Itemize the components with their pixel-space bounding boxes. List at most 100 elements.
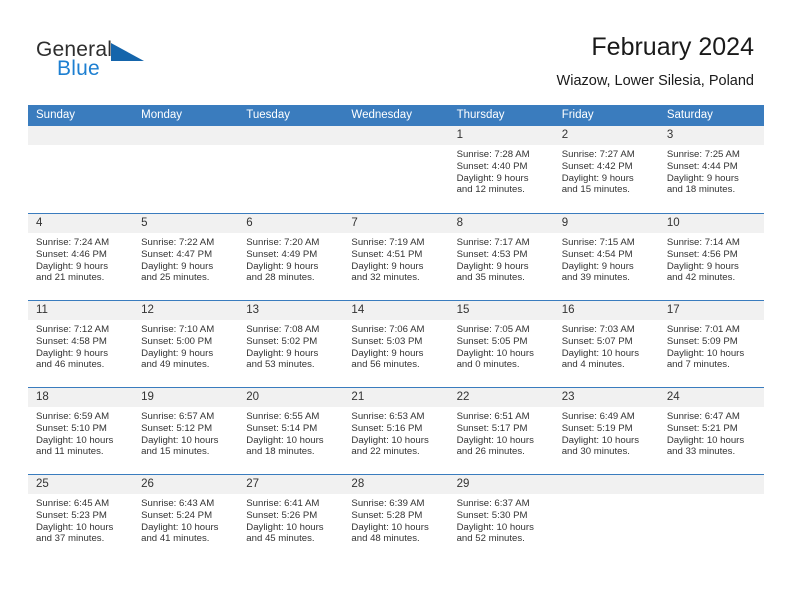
brand-logo[interactable]: General Blue <box>36 38 216 88</box>
day-cell[interactable]: 11 Sunrise: 7:12 AM Sunset: 4:58 PM Dayligh… <box>28 301 134 387</box>
day-cell[interactable]: 6 Sunrise: 7:20 AM Sunset: 4:49 PM Daylight… <box>238 214 344 300</box>
sunset-text: Sunset: 4:49 PM <box>246 248 318 260</box>
daylight-text-line1: Daylight: 9 hours <box>351 347 424 359</box>
day-cell[interactable]: 14 Sunrise: 7:06 AM Sunset: 5:03 PM Dayligh… <box>343 301 449 387</box>
sunset-text: Sunset: 5:02 PM <box>246 335 318 347</box>
day-cell[interactable]: 9 Sunrise: 7:15 AM Sunset: 4:54 PM Daylight… <box>553 214 659 300</box>
day-cell[interactable]: 29 Sunrise: 6:37 AM Sunset: 5:30 PM Dayligh… <box>448 475 554 561</box>
calendar-week-row: 18 Sunrise: 6:59 AM Sunset: 5:10 PM Dayligh… <box>28 387 764 474</box>
day-cell[interactable]: 27 Sunrise: 6:41 AM Sunset: 5:26 PM Dayligh… <box>238 475 344 561</box>
day-cell[interactable]: 26 Sunrise: 6:43 AM Sunset: 5:24 PM Dayligh… <box>133 475 239 561</box>
daylight-text-line2: and 45 minutes. <box>246 533 315 545</box>
sunrise-text: Sunrise: 7:12 AM <box>36 324 110 335</box>
day-number-band: 27 <box>238 475 344 494</box>
sunrise-text: Sunrise: 7:01 AM <box>666 324 740 335</box>
sunrise-text: Sunrise: 6:53 AM <box>351 411 425 422</box>
sunrise-text: Sunrise: 6:43 AM <box>141 498 215 509</box>
sunrise-text: Sunrise: 7:20 AM <box>246 237 320 248</box>
day-number-band <box>658 475 764 494</box>
day-number: 11 <box>36 304 48 316</box>
day-sun-info: Sunrise: 7:20 AM Sunset: 4:49 PM Daylight:… <box>238 233 343 284</box>
day-number: 14 <box>351 304 365 316</box>
sunset-text: Sunset: 4:40 PM <box>456 160 528 172</box>
day-cell[interactable]: 3 Sunrise: 7:25 AM Sunset: 4:44 PM Daylight… <box>658 126 764 213</box>
daylight-text-line1: Daylight: 9 hours <box>141 347 214 359</box>
day-sun-info: Sunrise: 7:22 AM Sunset: 4:47 PM Daylight:… <box>133 233 238 284</box>
daylight-text-line2: and 30 minutes. <box>561 446 630 458</box>
sunset-text: Sunset: 5:30 PM <box>456 509 528 521</box>
day-cell[interactable]: 12 Sunrise: 7:10 AM Sunset: 5:00 PM Dayligh… <box>133 301 239 387</box>
day-number-band: 14 <box>343 301 449 320</box>
day-cell[interactable]: 8 Sunrise: 7:17 AM Sunset: 4:53 PM Daylight… <box>448 214 554 300</box>
weekday-header-thursday: Thursday <box>456 109 505 121</box>
day-cell[interactable]: 10 Sunrise: 7:14 AM Sunset: 4:56 PM Dayligh… <box>658 214 764 300</box>
daylight-text-line2: and 33 minutes. <box>666 446 736 458</box>
day-number-band: 8 <box>448 214 554 233</box>
day-cell[interactable]: 23 Sunrise: 6:49 AM Sunset: 5:19 PM Dayligh… <box>553 388 659 474</box>
sunrise-text: Sunrise: 7:08 AM <box>246 324 320 335</box>
daylight-text-line1: Daylight: 9 hours <box>351 260 424 272</box>
sunset-text: Sunset: 5:14 PM <box>246 422 318 434</box>
daylight-text-line1: Daylight: 9 hours <box>666 172 739 184</box>
day-cell[interactable]: 21 Sunrise: 6:53 AM Sunset: 5:16 PM Dayligh… <box>343 388 449 474</box>
sunset-text: Sunset: 4:58 PM <box>36 335 107 347</box>
day-cell[interactable]: 2 Sunrise: 7:27 AM Sunset: 4:42 PM Daylight… <box>553 126 659 213</box>
daylight-text-line2: and 7 minutes. <box>666 359 730 371</box>
day-number-band: 25 <box>28 475 134 494</box>
day-cell[interactable]: 4 Sunrise: 7:24 AM Sunset: 4:46 PM Daylight… <box>28 214 134 300</box>
daylight-text-line1: Daylight: 10 hours <box>666 434 745 446</box>
daylight-text-line2: and 35 minutes. <box>456 272 525 284</box>
sunrise-text: Sunrise: 7:24 AM <box>36 237 110 248</box>
day-number-band: 17 <box>658 301 764 320</box>
sunrise-text: Sunrise: 6:51 AM <box>456 411 530 422</box>
sunset-text: Sunset: 5:07 PM <box>561 335 633 347</box>
day-cell[interactable]: 20 Sunrise: 6:55 AM Sunset: 5:14 PM Dayligh… <box>238 388 344 474</box>
day-cell[interactable]: 17 Sunrise: 7:01 AM Sunset: 5:09 PM Dayligh… <box>658 301 764 387</box>
sunrise-text: Sunrise: 6:41 AM <box>246 498 320 509</box>
day-sun-info: Sunrise: 6:43 AM Sunset: 5:24 PM Daylight:… <box>133 494 238 545</box>
sunrise-text: Sunrise: 7:25 AM <box>666 149 740 160</box>
daylight-text-line1: Daylight: 10 hours <box>246 521 324 533</box>
day-number-band: 19 <box>133 388 239 407</box>
day-cell[interactable]: 13 Sunrise: 7:08 AM Sunset: 5:02 PM Dayligh… <box>238 301 344 387</box>
daylight-text-line1: Daylight: 10 hours <box>141 521 219 533</box>
day-cell[interactable]: 16 Sunrise: 7:03 AM Sunset: 5:07 PM Dayligh… <box>553 301 659 387</box>
day-number: 26 <box>141 478 154 490</box>
day-number-band: 6 <box>238 214 344 233</box>
sunrise-text: Sunrise: 6:59 AM <box>36 411 110 422</box>
sunrise-text: Sunrise: 7:10 AM <box>141 324 215 335</box>
day-sun-info: Sunrise: 6:57 AM Sunset: 5:12 PM Daylight:… <box>133 407 238 458</box>
day-sun-info: Sunrise: 7:10 AM Sunset: 5:00 PM Daylight:… <box>133 320 238 371</box>
day-number-band <box>133 126 239 145</box>
day-number: 27 <box>246 478 260 490</box>
day-cell[interactable]: 28 Sunrise: 6:39 AM Sunset: 5:28 PM Dayligh… <box>343 475 449 561</box>
daylight-text-line2: and 53 minutes. <box>246 359 315 371</box>
day-cell[interactable]: 22 Sunrise: 6:51 AM Sunset: 5:17 PM Dayligh… <box>448 388 554 474</box>
day-cell[interactable]: 19 Sunrise: 6:57 AM Sunset: 5:12 PM Dayligh… <box>133 388 239 474</box>
day-number: 28 <box>351 478 365 490</box>
day-number-band: 23 <box>553 388 659 407</box>
day-cell[interactable]: 1 Sunrise: 7:28 AM Sunset: 4:40 PM Daylight… <box>448 126 554 213</box>
day-cell[interactable]: 18 Sunrise: 6:59 AM Sunset: 5:10 PM Dayligh… <box>28 388 134 474</box>
sunset-text: Sunset: 4:54 PM <box>561 248 633 260</box>
day-cell-empty <box>658 475 764 561</box>
day-sun-info: Sunrise: 6:55 AM Sunset: 5:14 PM Daylight:… <box>238 407 343 458</box>
daylight-text-line1: Daylight: 10 hours <box>456 347 534 359</box>
day-cell[interactable]: 24 Sunrise: 6:47 AM Sunset: 5:21 PM Dayligh… <box>658 388 764 474</box>
day-number: 13 <box>246 304 260 316</box>
day-number-band: 24 <box>658 388 764 407</box>
day-cell[interactable]: 15 Sunrise: 7:05 AM Sunset: 5:05 PM Dayligh… <box>448 301 554 387</box>
sunset-text: Sunset: 5:16 PM <box>351 422 423 434</box>
weekday-header-sunday: Sunday <box>36 109 76 121</box>
day-cell[interactable]: 7 Sunrise: 7:19 AM Sunset: 4:51 PM Daylight… <box>343 214 449 300</box>
day-sun-info: Sunrise: 6:45 AM Sunset: 5:23 PM Daylight:… <box>28 494 133 545</box>
weekday-header-tuesday: Tuesday <box>246 109 290 121</box>
sunset-text: Sunset: 4:47 PM <box>141 248 213 260</box>
day-cell[interactable]: 5 Sunrise: 7:22 AM Sunset: 4:47 PM Daylight… <box>133 214 239 300</box>
day-cell[interactable]: 25 Sunrise: 6:45 AM Sunset: 5:23 PM Dayligh… <box>28 475 134 561</box>
daylight-text-line1: Daylight: 10 hours <box>246 434 324 446</box>
day-number-band: 1 <box>448 126 554 145</box>
day-number-band: 29 <box>448 475 554 494</box>
sunrise-text: Sunrise: 7:15 AM <box>561 237 635 248</box>
day-number-band: 21 <box>343 388 449 407</box>
